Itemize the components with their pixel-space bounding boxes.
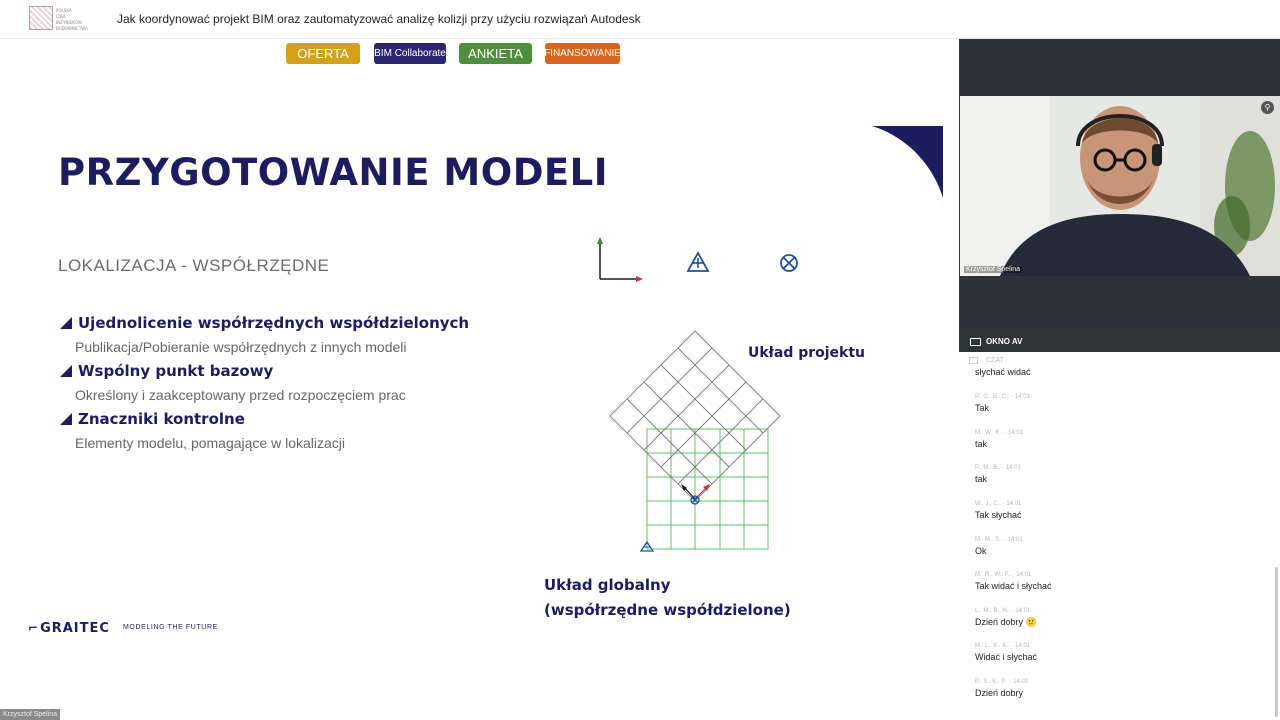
bullet-heading: Znaczniki kontrolne (78, 410, 245, 428)
project-system-label: Układ projektu (748, 345, 866, 361)
base-point-icon (780, 254, 798, 272)
chat-message-text: Widać i słychać (975, 652, 1038, 662)
chat-message: W.. J.. C.. · 14:01 Tak słychać (971, 498, 1026, 523)
bullet-triangle-icon (60, 413, 72, 425)
chat-message: M.. R.. W.. F.. · 14:01 Tak widać i słyc… (971, 569, 1056, 594)
pin-icon[interactable]: ⚲ (1261, 101, 1274, 114)
bullet-detail: Elementy modelu, pomagające w lokalizacj… (75, 435, 346, 451)
oferta-button[interactable]: OFERTA (286, 43, 360, 64)
chat-message: M.. W.. K.. · 14:01 tak (971, 427, 1028, 452)
chat-message-meta: P.. G.. B.. C.. · 14:01 (975, 394, 1030, 400)
chat-message-meta: M.. L.. K.. K.. · 14:01 (975, 643, 1031, 649)
side-panel: ⚲ Krzysztof Spelina OKNO AV CZAT słychać… (959, 39, 1280, 720)
video-camera-icon (970, 338, 981, 346)
survey-point-icon (686, 251, 710, 272)
graitec-mark-icon: ⌐ (28, 621, 40, 635)
chat-message-text: Tak (975, 403, 990, 413)
av-window-label: OKNO AV (986, 337, 1023, 346)
coordinate-diagram (597, 237, 798, 552)
bullet-heading: Ujednolicenie współrzędnych współdzielon… (78, 314, 470, 332)
chat-panel[interactable]: CZAT słychać widać P.. G.. B.. C.. · 14:… (959, 352, 1280, 720)
global-system-label: Układ globalny (544, 576, 671, 594)
chat-message: L.. M.. B.. H.. · 14:01 Dzień dobry 🙂 (971, 605, 1041, 631)
bullet-triangle-icon (60, 365, 72, 377)
bim-collaborate-button[interactable]: BIM Collaborate (374, 43, 446, 64)
speaker-figure (960, 96, 1280, 276)
bullet-detail: Określony i zaakceptowany przed rozpoczę… (75, 387, 406, 403)
chat-message-text: Tak słychać (975, 510, 1022, 520)
chat-icon (969, 357, 978, 364)
speaker-video[interactable]: ⚲ Krzysztof Spelina (960, 96, 1280, 276)
piib-logo: POLSKA IZBA INŻYNIERÓW BUDOWNICTWA (29, 6, 88, 32)
chat-message-meta: M.. R.. W.. F.. · 14:01 (975, 572, 1032, 578)
chat-message-text: Dzień dobry (975, 688, 1024, 698)
chat-message-meta: P.. M.. B.. · 14:01 (975, 465, 1021, 471)
chat-message-meta: W.. J.. C.. · 14:01 (975, 501, 1022, 507)
axis-icon (597, 237, 643, 282)
finansowanie-button[interactable]: FINANSOWANIE (544, 43, 621, 64)
video-speaker-name: Krzysztof Spelina (964, 266, 1023, 273)
chat-scrollbar[interactable] (1275, 567, 1278, 717)
chat-message-meta: M.. M.. S.. · 14:01 (975, 537, 1023, 543)
chat-message-text: Dzień dobry 🙂 (975, 617, 1037, 627)
ankieta-button[interactable]: ANKIETA (459, 43, 532, 64)
av-window-tab[interactable]: OKNO AV (959, 332, 1280, 352)
chat-message-meta: L.. M.. B.. H.. · 14:01 (975, 608, 1031, 614)
slide-subtitle: LOKALIZACJA - WSPÓŁRZĘDNE (58, 256, 330, 275)
chat-message: P.. G.. B.. C.. · 14:01 Tak (971, 391, 1034, 416)
corner-decoration (872, 126, 943, 198)
slide-title: PRZYGOTOWANIE MODELI (58, 151, 609, 194)
presentation-slide: OFERTA BIM Collaborate ANKIETA FINANSOWA… (0, 39, 959, 720)
shared-coordinates-label: (współrzędne współdzielone) (544, 601, 791, 619)
chat-message: P.. M.. B.. · 14:01 tak (971, 462, 1025, 487)
chat-message-text: Tak widać i słychać (975, 581, 1052, 591)
chat-message-meta: P.. S.. K.. P.. · 14:03 (975, 679, 1029, 685)
top-bar: POLSKA IZBA INŻYNIERÓW BUDOWNICTWA Jak k… (0, 0, 1280, 39)
chat-message-text: tak (975, 474, 988, 484)
webinar-title: Jak koordynować projekt BIM oraz zautoma… (117, 12, 641, 26)
slide-speaker-tag: Krzysztof Spelina (0, 709, 61, 720)
chat-message-meta: M.. W.. K.. · 14:01 (975, 430, 1024, 436)
graitec-logo: ⌐GRAITEC (28, 621, 110, 636)
chat-message: M.. L.. K.. K.. · 14:01 Widać i słychać (971, 640, 1042, 665)
bullet-detail: Publikacja/Pobieranie współrzędnych z in… (75, 339, 407, 355)
chat-message: M.. M.. S.. · 14:01 Ok (971, 534, 1027, 559)
chat-message-text: słychać widać (975, 367, 1031, 377)
bullet-triangle-icon (60, 317, 72, 329)
chat-message-text: tak (975, 439, 988, 449)
chat-message-text: Ok (975, 546, 987, 556)
bullet-heading: Wspólny punkt bazowy (78, 362, 274, 380)
chat-message: P.. S.. K.. P.. · 14:03 Dzień dobry (971, 676, 1033, 701)
chat-message: słychać widać (971, 364, 1035, 380)
graitec-tagline: MODELING THE FUTURE (123, 624, 218, 631)
